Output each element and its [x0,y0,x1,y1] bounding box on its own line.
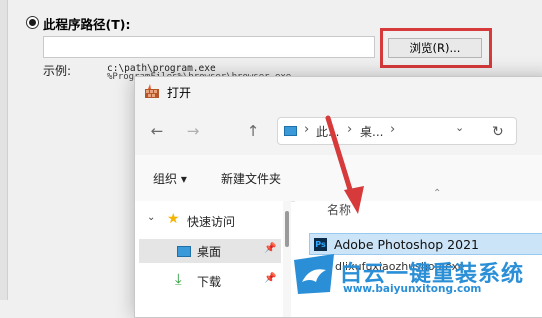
program-path-label: 此程序路径(T): [43,17,131,32]
chevron-down-icon[interactable]: ⌄ [147,212,155,223]
back-arrow-icon[interactable]: ← [147,123,167,139]
sidebar-scroll-thumb[interactable] [285,211,289,247]
navigation-bar: ← → ↑ › 此... › 桌... › ⌄ ↻ [135,105,542,155]
this-program-path-radio[interactable] [26,16,39,29]
refresh-icon[interactable]: ↻ [492,124,504,140]
example-label: 示例: [43,64,72,78]
dialog-titlebar: 打开 [135,77,542,105]
breadcrumb-desktop[interactable]: 桌... [360,123,383,140]
watermark-url: www.baiyunxitong.com [343,283,482,295]
highlight-box [380,28,492,68]
sidebar-item-label: 桌面 [197,245,222,259]
sort-caret-icon: ⌃ [433,188,442,199]
breadcrumb-this-pc[interactable]: 此... [316,123,339,140]
dialog-title: 打开 [167,86,192,100]
pin-icon[interactable]: 📌 [264,243,276,254]
dialog-toolbar: 组织 ▾ 新建文件夹 [135,155,542,202]
sidebar-item-label: 快速访问 [187,215,236,229]
breadcrumb-separator-icon: › [304,122,310,137]
pin-icon[interactable]: 📌 [264,273,276,284]
star-icon: ★ [167,211,180,227]
sidebar-item-label: 下载 [197,275,222,289]
file-row-photoshop[interactable]: Ps Adobe Photoshop 2021 [309,233,542,255]
new-folder-button[interactable]: 新建文件夹 [221,170,281,187]
window-left-edge [0,0,8,300]
address-bar[interactable]: › 此... › 桌... › [277,117,517,145]
forward-arrow-icon[interactable]: → [183,123,203,139]
up-arrow-icon[interactable]: ↑ [243,123,263,139]
app-icon [145,84,159,98]
breadcrumb-separator-icon: › [390,122,396,137]
address-dropdown-icon[interactable]: ⌄ [455,121,464,134]
organize-menu[interactable]: 组织 ▾ [153,170,187,187]
breadcrumb-separator-icon: › [347,122,353,137]
sidebar-item-quick-access[interactable]: ⌄ ★ 快速访问 [135,209,285,233]
photoshop-icon: Ps [314,238,327,251]
sidebar-item-desktop[interactable]: 桌面 📌 [139,239,281,263]
watermark-logo-icon [294,254,334,294]
desktop-folder-icon [284,126,297,136]
download-icon: ⤓ [175,270,182,288]
column-header-name[interactable]: 名称 [327,201,351,218]
desktop-icon [177,246,191,257]
file-name: Adobe Photoshop 2021 [334,237,479,252]
program-path-input[interactable] [43,36,375,58]
sidebar-item-downloads[interactable]: ⤓ 下载 📌 [135,269,285,293]
